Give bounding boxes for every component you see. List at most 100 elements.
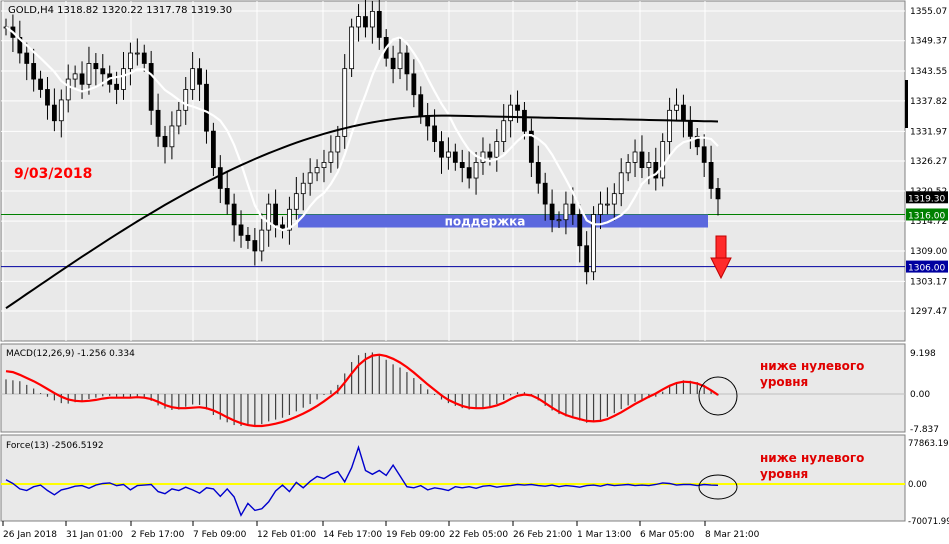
force-note-text-line2: уровня	[760, 467, 808, 481]
candle-body	[563, 203, 569, 221]
level-price-tag: 1306.00	[908, 264, 945, 274]
candle-body	[618, 172, 624, 195]
candle-body	[639, 151, 645, 169]
price-tick-label: 1343.55	[910, 67, 947, 77]
candle-body	[231, 203, 237, 226]
candle-body	[667, 109, 673, 142]
candle-body	[549, 203, 555, 221]
scrollbar-marker	[905, 80, 908, 128]
candle-body	[535, 162, 541, 184]
candle-body	[79, 73, 85, 85]
candle-body	[190, 68, 196, 90]
candle-body	[349, 26, 355, 70]
candle-body	[363, 16, 368, 28]
candle-body	[238, 224, 244, 236]
candle-body	[466, 167, 472, 179]
price-panel-bg	[0, 0, 906, 342]
candle-body	[542, 182, 548, 205]
candle-body	[204, 83, 209, 132]
force-tick-label: 0.00	[908, 480, 927, 490]
x-tick-label: 26 Jan 2018	[3, 530, 57, 540]
candle-body	[570, 203, 576, 215]
candle-body	[715, 188, 721, 200]
candle-body	[45, 89, 50, 106]
candle-body	[556, 219, 562, 222]
candle-body	[121, 68, 126, 90]
candle-body	[114, 83, 120, 90]
macd-tick-label: -7.837	[910, 425, 939, 435]
candle-body	[674, 104, 679, 111]
candle-body	[38, 78, 43, 90]
force-title: Force(13) -2506.5192	[6, 441, 104, 451]
candle-body	[293, 193, 299, 210]
x-tick-label: 1 Mar 13:00	[577, 530, 632, 540]
candle-body	[245, 234, 251, 241]
candle-body	[100, 68, 106, 75]
x-tick-label: 22 Feb 05:00	[449, 530, 508, 540]
x-tick-label: 26 Feb 21:00	[513, 530, 572, 540]
candle-body	[487, 151, 493, 158]
candle-body	[169, 125, 175, 148]
candle-body	[494, 141, 500, 158]
candle-body	[307, 172, 313, 184]
gold-h4-chart: поддержка 1355.07 1349.37 1343.55 1337.82 13…	[0, 0, 949, 540]
candle-body	[342, 68, 348, 137]
candle-body	[134, 52, 140, 55]
candle-body	[224, 188, 230, 205]
price-tick-label: 1349.37	[910, 37, 947, 47]
force-tick-label: 77863.19	[908, 439, 949, 449]
candle-body	[376, 10, 382, 38]
candle-body	[141, 52, 147, 64]
macd-title: MACD(12,26,9) -1.256 0.334	[6, 349, 135, 359]
candle-body	[266, 203, 272, 231]
candle-body	[321, 162, 327, 169]
candle-body	[369, 10, 375, 28]
candle-body	[356, 16, 361, 28]
candle-body	[86, 63, 92, 85]
candle-body	[687, 120, 693, 137]
current-price-tag: 1319.30	[908, 194, 945, 204]
force-tick-label: -70071.99	[908, 517, 949, 527]
annotation-date: 9/03/2018	[14, 166, 92, 182]
candle-body	[418, 94, 424, 116]
force-note-text: ниже нулевого	[760, 451, 864, 465]
price-tick-label: 1355.07	[910, 7, 947, 17]
price-tick-label: 1326.27	[910, 157, 947, 167]
candle-body	[646, 162, 652, 169]
candle-body	[446, 151, 451, 158]
support-zone-label: поддержка	[445, 214, 526, 228]
candle-body	[432, 125, 437, 142]
candle-body	[604, 203, 610, 206]
candle-body	[65, 78, 71, 101]
candle-body	[681, 104, 686, 122]
candle-body	[660, 141, 666, 179]
candle-body	[300, 182, 306, 195]
candle-body	[31, 63, 37, 80]
candle-body	[459, 162, 465, 169]
candle-body	[625, 162, 631, 174]
x-tick-label: 6 Mar 05:00	[640, 530, 695, 540]
chart-title: GOLD,H4 1318.82 1320.22 1317.78 1319.30	[8, 5, 232, 16]
price-tick-label: 1297.47	[910, 307, 947, 317]
candle-body	[452, 151, 458, 163]
candle-body	[397, 52, 403, 70]
candle-body	[335, 135, 341, 153]
candle-body	[708, 162, 714, 189]
candle-body	[72, 73, 78, 80]
candle-body	[480, 151, 486, 163]
candle-body	[24, 52, 30, 64]
candle-body	[273, 203, 278, 226]
candle-body	[701, 146, 707, 163]
price-tick-label: 1331.97	[910, 127, 947, 137]
price-tick-label: 1337.82	[910, 97, 947, 107]
candle-body	[632, 151, 638, 163]
support-zone: поддержка	[298, 214, 708, 228]
candle-body	[390, 57, 396, 70]
x-tick-label: 8 Mar 21:00	[705, 530, 760, 540]
x-tick-label: 14 Feb 17:00	[323, 530, 382, 540]
candle-body	[155, 109, 161, 137]
candle-body	[577, 214, 583, 247]
candle-body	[328, 151, 334, 163]
x-tick-label: 2 Feb 17:00	[131, 530, 185, 540]
candle-body	[439, 141, 444, 158]
